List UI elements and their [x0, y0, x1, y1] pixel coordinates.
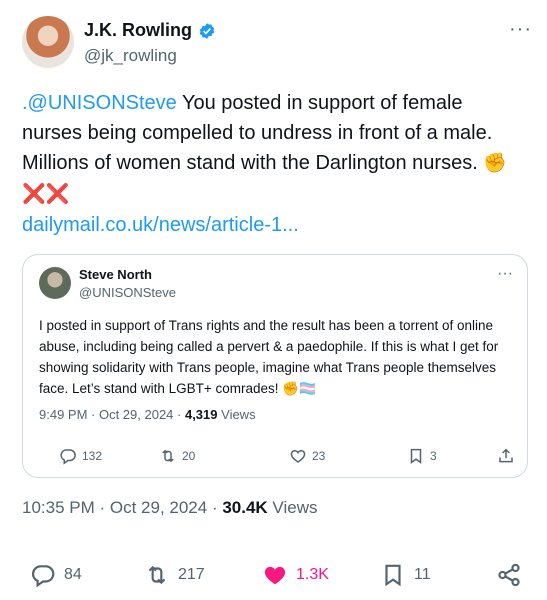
tweet-timestamp: 10:35 PM · Oct 29, 2024 · 30.4K Views	[22, 498, 317, 518]
author-handle[interactable]: @jk_rowling	[84, 46, 177, 66]
reply-icon	[60, 449, 76, 465]
repost-button[interactable]: 217	[144, 562, 205, 588]
like-icon	[290, 449, 306, 463]
like-button[interactable]: 1.3K	[262, 562, 329, 588]
quoted-views-label: Views	[217, 407, 256, 422]
bookmark-icon	[385, 564, 401, 587]
author-avatar[interactable]	[22, 16, 74, 68]
share-button[interactable]	[496, 562, 522, 588]
bookmark-icon	[410, 448, 422, 464]
author-header: J.K. Rowling @jk_rowling ···	[22, 14, 532, 70]
like-count: 1.3K	[296, 566, 329, 583]
repost-icon	[148, 565, 166, 585]
quoted-action-bar: 132 20 23 3	[39, 447, 515, 471]
article-link[interactable]: dailymail.co.uk/news/article-1...	[22, 210, 527, 240]
tweet-body: .@UNISONSteve You posted in support of f…	[22, 88, 527, 240]
reply-icon	[31, 565, 55, 588]
author-name-row: J.K. Rowling	[84, 20, 216, 41]
quoted-author-name[interactable]: Steve North	[79, 267, 152, 282]
reply-button[interactable]: 84	[30, 562, 82, 588]
bookmark-count: 11	[414, 566, 431, 583]
views-count: 30.4K	[222, 498, 268, 517]
quoted-author-handle[interactable]: @UNISONSteve	[79, 285, 176, 300]
more-options-icon[interactable]: ···	[509, 18, 532, 41]
quoted-more-options-icon[interactable]: ···	[497, 265, 513, 283]
share-icon	[499, 448, 513, 463]
repost-icon	[162, 449, 174, 463]
quoted-share-button[interactable]	[497, 447, 515, 465]
verified-badge-icon	[199, 22, 215, 39]
bookmark-button[interactable]: 11	[380, 562, 431, 588]
reply-count: 84	[64, 566, 82, 583]
repost-count: 217	[178, 566, 205, 583]
action-bar: 84 217 1.3K 11	[22, 562, 527, 590]
author-name[interactable]: J.K. Rowling	[84, 20, 192, 41]
quoted-tweet-meta: 9:49 PM · Oct 29, 2024 · 4,319 Views	[39, 407, 256, 422]
quoted-repost-count: 20	[182, 449, 196, 463]
quoted-bookmark-count: 3	[430, 449, 437, 463]
quoted-author-avatar[interactable]	[39, 267, 71, 299]
mention-link[interactable]: .@UNISONSteve	[22, 92, 177, 114]
quoted-bookmark-button[interactable]: 3	[407, 447, 437, 465]
tweet-post: J.K. Rowling @jk_rowling ··· .@UNISONSte…	[0, 0, 547, 600]
quoted-tweet-text: I posted in support of Trans rights and …	[39, 318, 499, 396]
quoted-views-count: 4,319	[184, 407, 218, 422]
quoted-reply-button[interactable]: 132	[59, 447, 102, 465]
quoted-tweet[interactable]: Steve North @UNISONSteve ··· I posted in…	[22, 254, 528, 478]
tweet-time[interactable]: 10:35 PM · Oct 29, 2024 ·	[22, 498, 222, 517]
like-filled-icon	[264, 566, 286, 585]
quoted-like-count: 23	[312, 449, 326, 463]
share-icon	[498, 563, 520, 587]
quoted-reply-count: 132	[82, 449, 103, 463]
quoted-like-button[interactable]: 23	[289, 447, 325, 465]
views-label: Views	[267, 498, 318, 517]
quoted-repost-button[interactable]: 20	[159, 447, 195, 465]
quoted-tweet-time[interactable]: 9:49 PM · Oct 29, 2024 ·	[39, 407, 185, 422]
